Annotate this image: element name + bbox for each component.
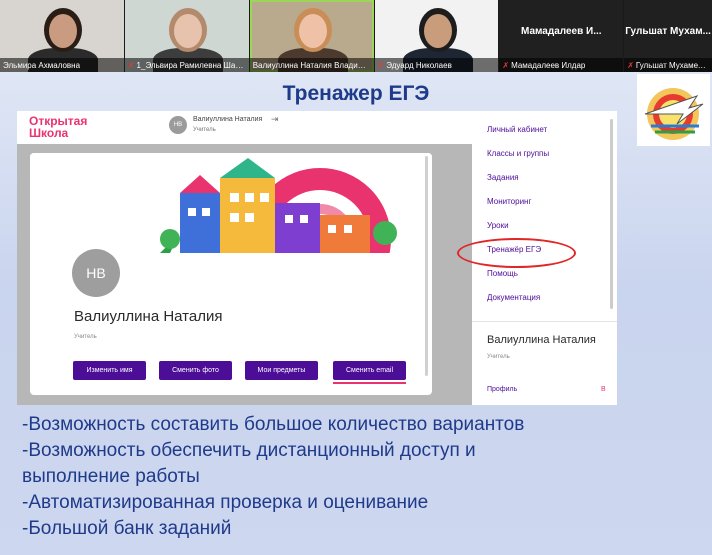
participant-name: Эльмира Ахмаловна — [3, 60, 81, 70]
card-scrollbar[interactable] — [425, 156, 428, 376]
mic-off-icon: ✗ — [627, 60, 634, 70]
mic-off-icon: ✗ — [377, 60, 385, 70]
logout-icon[interactable]: ⇥ — [271, 114, 279, 125]
menu-scrollbar[interactable] — [610, 119, 613, 309]
profile-link[interactable]: Профиль — [487, 386, 517, 393]
menu-item-documentation[interactable]: Документация — [487, 293, 540, 302]
school-logo-graphic — [644, 88, 704, 140]
participant-face — [49, 14, 77, 48]
email-button-underline — [333, 382, 406, 384]
participant-name: Мамадалеев Илдар — [511, 60, 586, 70]
menu-user-role: Учитель — [487, 354, 510, 360]
shared-slide: Тренажер ЕГЭ Открытая Школа НВ Валиуллина… — [0, 72, 712, 555]
menu-item-personal-account[interactable]: Личный кабинет — [487, 125, 547, 134]
participant-face — [423, 14, 452, 48]
bullet-line: выполнение работы — [22, 466, 200, 487]
slide-bullets: -Возможность составить большое количеств… — [22, 412, 702, 542]
participant-tile[interactable]: Мамадалеев И... ✗ Мамадалеев Илдар — [499, 0, 624, 72]
menu-item-classes[interactable]: Классы и группы — [487, 149, 549, 158]
header-avatar[interactable]: НВ — [169, 116, 187, 134]
change-name-button[interactable]: Изменить имя — [73, 361, 146, 380]
menu-divider — [472, 321, 617, 322]
menu-item-tasks[interactable]: Задания — [487, 173, 519, 182]
exit-link[interactable]: В — [601, 386, 606, 393]
menu-item-lessons[interactable]: Уроки — [487, 221, 509, 230]
menu-item-monitoring[interactable]: Мониторинг — [487, 197, 531, 206]
menu-item-help[interactable]: Помощь — [487, 269, 518, 278]
embedded-screenshot: Открытая Школа НВ Валиуллина Наталия Учит… — [17, 111, 617, 405]
participant-tile[interactable]: Гульшат Мухам... ✗Гульшат Мухаметзянова — [624, 0, 712, 72]
bullet-line: -Автоматизированная проверка и оценивани… — [22, 492, 429, 513]
participant-name: 1_Эльвира Рамилевна Шаймарданова — [136, 60, 246, 70]
menu-user-name: Валиуллина Наталия — [487, 334, 596, 346]
participant-tile[interactable]: ✗ Эдуард Николаев — [374, 0, 499, 72]
participant-tile[interactable]: Эльмира Ахмаловна — [0, 0, 124, 72]
change-email-button[interactable]: Сменить email — [333, 361, 406, 380]
profile-card: НВ Валиуллина Наталия Учитель Изменить и… — [30, 153, 432, 395]
bullet-line: -Возможность составить большое количеств… — [22, 414, 525, 435]
participant-strip: Эльмира Ахмаловна ✗ 1_Эльвира Рамилевна Ш… — [0, 0, 712, 72]
mic-off-icon: ✗ — [127, 60, 135, 70]
participant-face — [298, 14, 327, 48]
participant-display-name: Гульшат Мухам... — [625, 26, 711, 37]
profile-avatar[interactable]: НВ — [72, 249, 120, 297]
slide-title: Тренажер ЕГЭ — [282, 82, 430, 105]
participant-name: Эдуард Николаев — [386, 60, 452, 70]
header-user-role: Учитель — [193, 127, 216, 133]
school-logo — [637, 74, 710, 146]
my-subjects-button[interactable]: Мои предметы — [245, 361, 318, 380]
profile-name: Валиуллина Наталия — [74, 308, 223, 325]
bullet-line: -Большой банк заданий — [22, 518, 232, 539]
participant-tile[interactable]: ✗1_Эльвира Рамилевна Шаймарданова — [124, 0, 249, 72]
change-photo-button[interactable]: Сменить фото — [159, 361, 232, 380]
open-school-logo[interactable]: Открытая Школа — [29, 115, 87, 139]
mic-off-icon: ✗ — [502, 60, 510, 70]
profile-banner-illustration — [30, 153, 432, 310]
participant-name: Валиуллина Наталия Владимировна — [252, 60, 371, 70]
participant-name: Гульшат Мухаметзянова — [635, 60, 709, 70]
participant-display-name: Мамадалеев И... — [521, 26, 602, 37]
participant-face — [173, 14, 202, 48]
profile-role: Учитель — [74, 334, 97, 340]
header-user-name: Валиуллина Наталия — [193, 116, 263, 123]
highlight-ellipse — [457, 238, 576, 268]
participant-tile-active-speaker[interactable]: Валиуллина Наталия Владимировна — [249, 0, 374, 72]
school-building-illustration — [30, 158, 432, 310]
bullet-line: -Возможность обеспечить дистанционный до… — [22, 440, 476, 461]
